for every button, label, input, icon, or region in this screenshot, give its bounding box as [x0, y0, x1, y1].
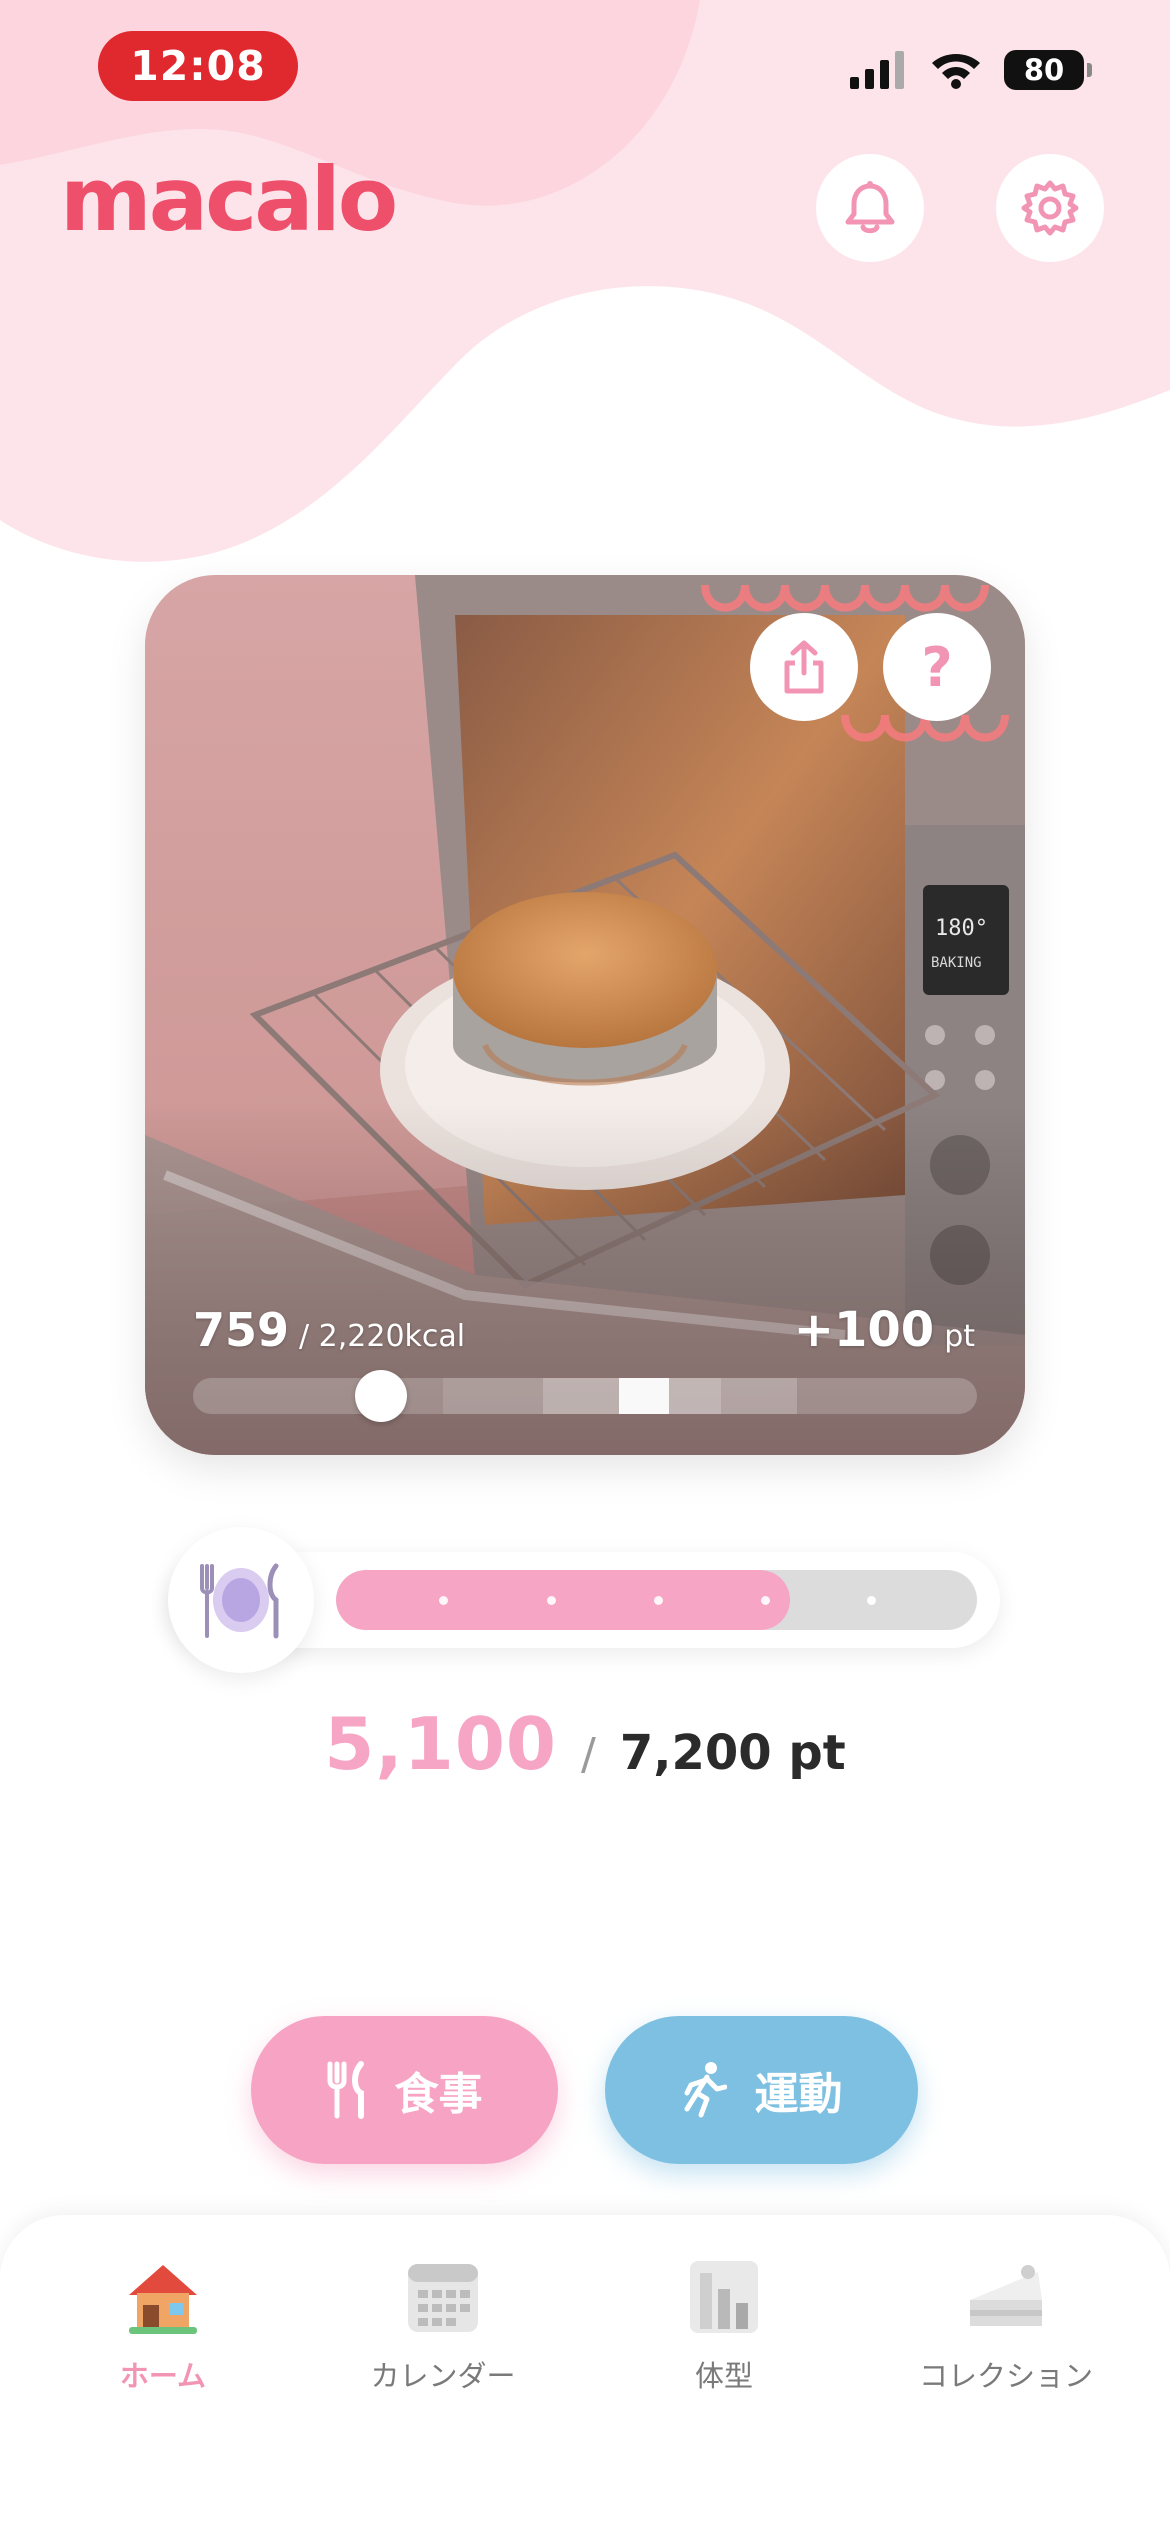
nav-item-body[interactable]: 体型 — [604, 2255, 844, 2395]
meal-button[interactable]: 食事 — [251, 2016, 558, 2164]
hero-points: +100 pt — [794, 1302, 975, 1358]
nav-label-body: 体型 — [694, 2359, 753, 2393]
points-unit: pt — [944, 1319, 975, 1354]
app-logo: macalo — [60, 148, 398, 251]
points-summary: 5,100 / 7,200 pt — [0, 1702, 1170, 1786]
exercise-label: 運動 — [754, 2069, 843, 2120]
calendar-icon — [408, 2264, 478, 2332]
points-goal: 7,200 pt — [619, 1725, 846, 1781]
kcal-goal: / 2,220kcal — [299, 1319, 466, 1354]
kcal-current: 759 — [193, 1303, 290, 1357]
settings-button[interactable] — [996, 154, 1104, 262]
share-icon — [784, 640, 824, 694]
nav-item-home[interactable]: ホーム — [43, 2255, 283, 2395]
nav-label-calendar: カレンダー — [370, 2359, 516, 2393]
body-chart-icon — [690, 2261, 758, 2333]
battery-icon: 80 — [1004, 50, 1092, 90]
kcal-readout: 759 / 2,220kcal — [193, 1303, 465, 1357]
running-person-icon — [684, 2062, 727, 2118]
status-time: 12:08 — [98, 31, 298, 101]
kcal-progress-track — [193, 1378, 977, 1414]
nav-label-collection: コレクション — [918, 2359, 1093, 2393]
plate-cutlery-icon — [200, 1563, 279, 1639]
help-label: ? — [921, 635, 953, 699]
cellular-signal-icon — [850, 51, 904, 89]
cake-icon — [970, 2265, 1042, 2326]
nav-item-calendar[interactable]: カレンダー — [323, 2255, 563, 2395]
points-delta: +100 — [793, 1302, 935, 1358]
points-progress-fill — [336, 1570, 790, 1630]
points-separator: / — [581, 1729, 596, 1780]
bell-icon — [845, 181, 895, 234]
notifications-button[interactable] — [816, 154, 924, 262]
plate-badge — [168, 1527, 314, 1673]
points-progress-track — [336, 1570, 977, 1630]
wifi-icon — [932, 54, 980, 89]
battery-level: 80 — [1023, 53, 1065, 87]
help-button[interactable]: ? — [883, 613, 991, 721]
house-icon — [129, 2265, 197, 2334]
status-icons: 80 — [850, 50, 1092, 90]
share-button[interactable] — [750, 613, 858, 721]
nav-label-home: ホーム — [119, 2359, 207, 2393]
points-current: 5,100 — [324, 1702, 558, 1786]
fork-knife-icon — [327, 2061, 364, 2119]
exercise-button[interactable]: 運動 — [605, 2016, 918, 2164]
hero-card: 180° BAKING ? 759 / 2,220kcal — [145, 575, 1025, 1455]
bottom-nav: ホーム カレンダー 体型 コレクション — [0, 2215, 1170, 2532]
nav-item-collection[interactable]: コレクション — [886, 2255, 1126, 2395]
meal-label: 食事 — [394, 2069, 483, 2120]
kcal-progress-thumb — [355, 1370, 408, 1422]
gear-icon — [1021, 180, 1079, 236]
